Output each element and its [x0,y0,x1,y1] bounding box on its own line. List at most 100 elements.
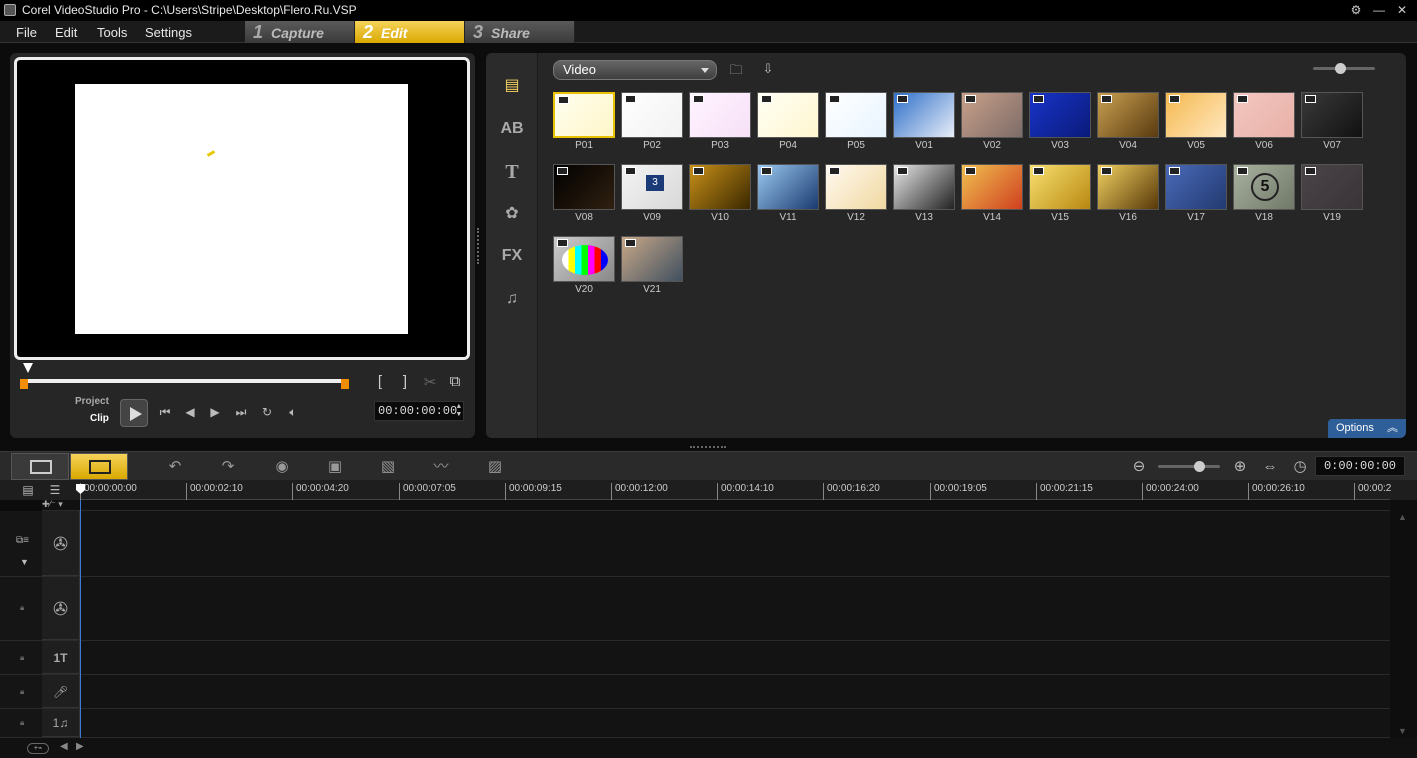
volume-icon[interactable]: 🔈︎ [284,403,302,421]
ripple-edit-icon[interactable]: ⧉≡ [16,535,29,546]
add-folder-icon[interactable]: 🗀 [726,61,746,79]
slider-knob[interactable] [1194,461,1205,472]
zoom-in-icon[interactable]: ⊕ [1228,457,1252,477]
zoom-out-icon[interactable]: ⊖ [1127,457,1151,477]
clock-icon[interactable]: ◷ [1288,457,1312,477]
panel-splitter[interactable] [477,228,480,264]
music-icon[interactable]: 1♫ [42,709,80,737]
track-lane[interactable] [81,577,1390,640]
minimize-button[interactable]: — [1371,2,1387,18]
trim-end-marker[interactable] [341,379,349,389]
lock-icon[interactable]: 🔒︎ [20,718,24,728]
chapter-point-icon[interactable]: ☰ [43,480,67,500]
title-icon[interactable]: T [498,159,526,185]
timecode-spinner-icon[interactable]: ▲ ▼ [457,403,461,419]
scroll-right-icon[interactable]: ▶ [76,741,84,752]
media-thumbnail[interactable]: V12 [825,164,887,223]
trim-start-marker[interactable] [20,379,28,389]
lock-icon[interactable]: 🔒︎ [20,653,24,663]
media-thumbnail[interactable]: V17 [1165,164,1227,223]
play-button[interactable] [120,399,148,427]
clip-mode-label[interactable]: Clip [90,413,109,424]
media-thumbnail[interactable]: V01 [893,92,955,151]
media-thumbnail[interactable]: P02 [621,92,683,151]
previous-frame-icon[interactable]: ◀ [181,403,199,421]
media-thumbnail[interactable]: V08 [553,164,615,223]
menu-edit[interactable]: Edit [55,25,77,40]
mark-out-button[interactable]: ] [397,373,413,391]
redo-icon[interactable]: ↷ [216,457,240,477]
filter-icon[interactable]: FX [498,243,526,269]
tab-edit[interactable]: 2 Edit [355,21,465,43]
horizontal-splitter[interactable] [690,446,726,450]
add-chapter-icon[interactable]: ✚⁄⁻ ▾ [42,499,63,510]
media-thumbnail[interactable]: V20 [553,236,615,295]
track-lane[interactable] [81,675,1390,708]
media-thumbnail[interactable]: V06 [1233,92,1295,151]
title-icon[interactable]: 1T [42,641,80,674]
slider-knob[interactable] [1335,63,1346,74]
media-thumbnail[interactable]: 3 V09 [621,164,683,223]
sound-mixer-icon[interactable]: 〰 [429,457,453,477]
options-button[interactable]: Options ︽ [1328,419,1406,438]
track-lane[interactable] [81,641,1390,674]
media-thumbnail[interactable]: V03 [1029,92,1091,151]
media-thumbnail[interactable]: V13 [893,164,955,223]
lock-icon[interactable]: 🔒︎ [20,687,24,697]
add-track-icon[interactable]: +⌁ [27,743,49,754]
media-thumbnail[interactable]: P01 [553,92,615,151]
timeline-ruler[interactable]: 00:00:00:00 00:00:02:10 00:00:04:20 00:00:0… [80,480,1391,500]
undo-icon[interactable]: ↶ [163,457,187,477]
voice-icon[interactable]: 🎤︎ [42,675,80,708]
enlarge-preview-icon[interactable]: ⧉ [447,373,463,391]
media-thumbnail[interactable]: V02 [961,92,1023,151]
lock-icon[interactable]: 🔒︎ [20,603,24,613]
project-mode-label[interactable]: Project [75,396,109,407]
media-thumbnail[interactable]: V07 [1301,92,1363,151]
settings-icon[interactable]: ⚙ [1348,2,1364,18]
media-thumbnail[interactable]: V10 [689,164,751,223]
zoom-slider[interactable] [1158,461,1220,472]
scrubber-handle[interactable] [23,363,33,373]
timeline-view-button[interactable] [70,453,128,480]
media-thumbnail[interactable]: P04 [757,92,819,151]
media-thumbnail[interactable]: P05 [825,92,887,151]
next-frame-icon[interactable]: ▶ [206,403,224,421]
fit-project-icon[interactable]: ⇔ [1258,457,1282,477]
record-capture-icon[interactable]: ◉ [270,457,294,477]
media-thumbnail[interactable]: P03 [689,92,751,151]
media-thumbnail[interactable]: V21 [621,236,683,295]
split-clip-icon[interactable]: ✂ [422,373,438,391]
media-thumbnail[interactable]: V04 [1097,92,1159,151]
media-thumbnail[interactable]: V11 [757,164,819,223]
media-icon[interactable]: ▤ [498,73,526,99]
track-motion-icon[interactable]: ▧ [376,457,400,477]
thumbnail-size-slider[interactable] [1313,63,1375,74]
graphic-icon[interactable]: ✿ [498,201,526,227]
timeline-vertical-scrollbar[interactable]: ▲ ▼ [1390,500,1417,740]
repeat-icon[interactable]: ↻ [258,403,276,421]
import-media-icon[interactable]: ⇩ [758,61,778,79]
tab-share[interactable]: 3 Share [465,21,575,43]
mark-in-button[interactable]: [ [372,373,388,391]
scroll-left-icon[interactable]: ◀ [60,741,68,752]
scroll-down-icon[interactable]: ▼ [1398,726,1407,736]
storyboard-view-button[interactable] [11,453,69,480]
smart-proxy-icon[interactable]: ▣ [323,457,347,477]
transition-icon[interactable]: AB [498,116,526,142]
end-icon[interactable]: ⏭ [232,403,250,421]
film-reel-icon[interactable]: ✇ [42,511,80,576]
close-button[interactable]: ✕ [1394,2,1410,18]
media-thumbnail[interactable]: V05 [1165,92,1227,151]
menu-settings[interactable]: Settings [145,25,192,40]
track-manager-icon[interactable]: ▤ [16,480,40,500]
audio-icon[interactable]: ♫ [498,286,526,312]
overlay-reel-icon[interactable]: ✇ [42,577,80,640]
home-icon[interactable]: ⏮ [156,403,174,421]
subtitle-editor-icon[interactable]: ▨ [483,457,507,477]
timecode-field[interactable]: 00:00:00:00 ▲ ▼ [374,401,464,421]
media-thumbnail[interactable]: V19 [1301,164,1363,223]
media-thumbnail[interactable]: V15 [1029,164,1091,223]
tab-capture[interactable]: 1 Capture [245,21,355,43]
category-dropdown[interactable]: Video [553,60,717,80]
